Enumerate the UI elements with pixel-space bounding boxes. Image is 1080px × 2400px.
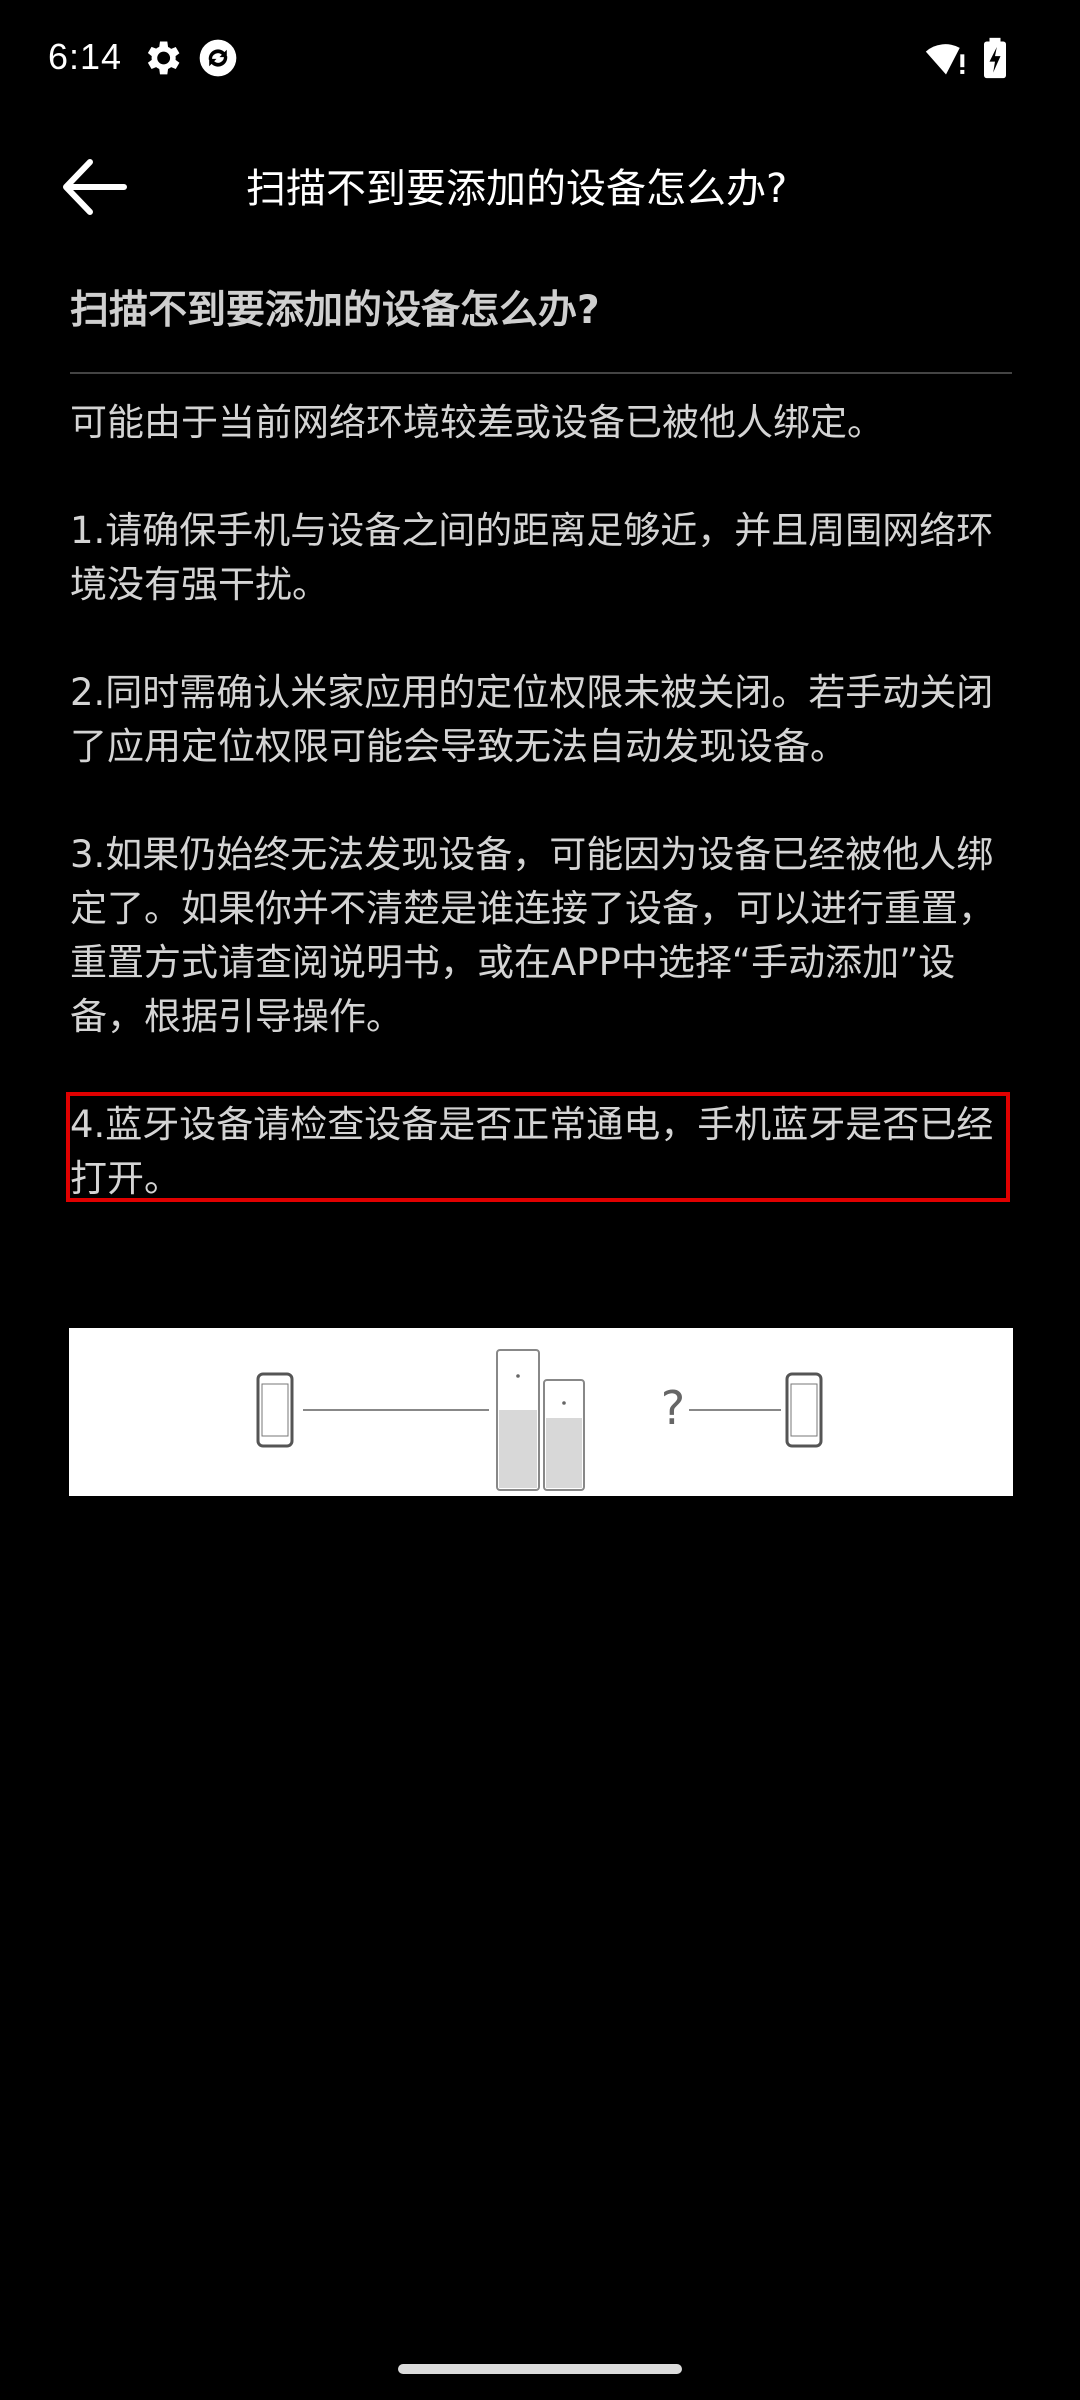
question-mark: ? [661, 1381, 685, 1435]
arrow-left-icon [63, 159, 127, 215]
sync-app-icon [196, 36, 240, 80]
back-button[interactable] [56, 152, 136, 222]
page-title: 扫描不到要添加的设备怎么办? [246, 166, 788, 212]
article-content: 扫描不到要添加的设备怎么办? 可能由于当前网络环境较差或设备已被他人绑定。 1.… [66, 280, 1012, 1206]
status-time: 6:14 [48, 36, 123, 77]
home-indicator[interactable] [398, 2364, 682, 2374]
article-intro: 可能由于当前网络环境较差或设备已被他人绑定。 [70, 401, 884, 444]
phone-icon [256, 1372, 294, 1448]
app-bar: 扫描不到要添加的设备怎么办? [0, 130, 1080, 242]
device-illustration: ? [69, 1328, 1013, 1496]
article-step-2: 2.同时需确认米家应用的定位权限未被关闭。若手动关闭了应用定位权限可能会导致无法… [70, 671, 994, 768]
gear-icon [140, 36, 184, 80]
router-icon [496, 1349, 585, 1491]
highlighted-step: 4.蓝牙设备请检查设备是否正常通电，手机蓝牙是否已经打开。 [66, 1092, 1012, 1206]
article-step-4: 4.蓝牙设备请检查设备是否正常通电，手机蓝牙是否已经打开。 [70, 1103, 994, 1200]
status-bar: 6:14 [0, 0, 1080, 120]
battery-charging-icon [980, 36, 1010, 80]
article-step-1: 1.请确保手机与设备之间的距离足够近，并且周围网络环境没有强干扰。 [70, 509, 994, 606]
phone-icon [785, 1372, 823, 1448]
article-title: 扫描不到要添加的设备怎么办? [70, 280, 1012, 374]
wifi-alert-icon [924, 36, 968, 80]
article-step-3: 3.如果仍始终无法发现设备，可能因为设备已经被他人绑定了。如果你并不清楚是谁连接… [70, 833, 995, 1038]
